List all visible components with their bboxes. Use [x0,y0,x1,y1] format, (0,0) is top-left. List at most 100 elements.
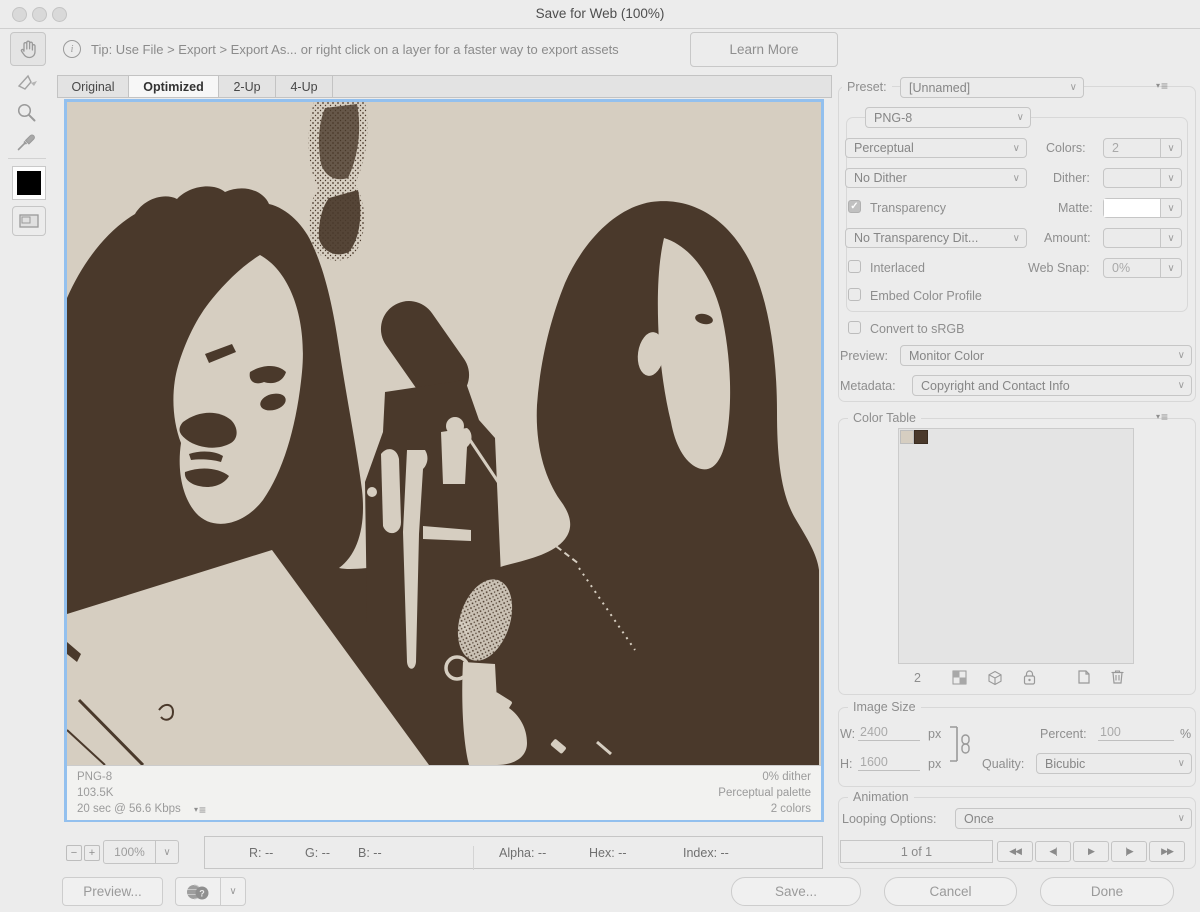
color-table-swatch-grid[interactable] [898,428,1134,664]
chevron-down-icon: ∨ [1064,82,1083,93]
colors-label: Colors: [1046,141,1086,155]
color-swatch-dark[interactable] [914,430,928,444]
chevron-down-icon: ∨ [1007,233,1026,244]
width-field[interactable]: 2400 [858,725,920,741]
chevron-down-icon: ∨ [1007,143,1026,154]
tip-bar: i Tip: Use File > Export > Export As... … [57,31,837,67]
embed-color-profile-label: Embed Color Profile [870,289,982,303]
lock-color-icon[interactable] [1022,669,1037,689]
embed-color-profile-checkbox[interactable] [848,288,861,301]
convert-srgb-checkbox[interactable] [848,321,861,334]
optimized-preview-pane[interactable]: PNG-8 103.5K 20 sec @ 56.6 Kbps ▾≡ 0% di… [64,99,824,822]
preview-tab-bar: Original Optimized 2-Up 4-Up [57,75,832,98]
eyedropper-icon [15,129,39,153]
dither-amount-select[interactable]: ∨ [1103,168,1182,188]
width-label: W: [840,727,855,741]
transparency-checkbox[interactable]: ✓ [848,200,861,213]
color-swatch-light[interactable] [900,430,914,444]
chevron-down-icon: ∨ [1172,813,1191,824]
constrain-proportions-icon[interactable] [948,723,974,768]
chevron-down-icon: ∨ [1160,259,1181,277]
preset-select[interactable]: [Unnamed] ∨ [900,77,1084,98]
delete-color-icon[interactable] [1110,668,1125,688]
readout-divider [473,846,474,870]
amount-label: Amount: [1044,231,1091,245]
quality-select[interactable]: Bicubic ∨ [1036,753,1192,774]
tab-4up[interactable]: 4-Up [276,76,333,97]
optimize-settings-panel: Preset: [Unnamed] ∨ ▾≡ PNG-8 ∨ Perceptua… [836,0,1200,912]
color-reduction-select[interactable]: Perceptual ∨ [845,138,1027,158]
web-snap-select[interactable]: 0% ∨ [1103,258,1182,278]
map-transparency-icon[interactable] [952,670,967,688]
quality-label: Quality: [982,757,1024,771]
height-field[interactable]: 1600 [858,755,920,771]
format-select[interactable]: PNG-8 ∨ [865,107,1031,128]
tab-2up[interactable]: 2-Up [219,76,276,97]
next-frame-button[interactable]: |▶ [1111,841,1147,862]
shift-web-palette-icon[interactable] [987,670,1003,689]
download-speed-menu-icon[interactable]: ▾≡ [194,805,206,815]
metadata-select[interactable]: Copyright and Contact Info ∨ [912,375,1192,396]
height-label: H: [840,757,853,771]
amount-select[interactable]: ∨ [1103,228,1182,248]
last-frame-button[interactable]: ▶▶ [1149,841,1185,862]
zoom-out-button[interactable]: − [66,845,82,861]
info-colors: 2 colors [718,801,811,817]
hand-icon [17,38,39,60]
svg-text:?: ? [199,888,205,898]
zoom-window-button[interactable] [52,7,67,22]
play-button[interactable]: ▶ [1073,841,1109,862]
zoom-level-select[interactable]: 100% ∨ [103,840,179,864]
previous-frame-button[interactable]: ◀| [1035,841,1071,862]
preview-mode-select[interactable]: Monitor Color ∨ [900,345,1192,366]
matte-select[interactable]: ∨ [1103,198,1182,218]
optimized-image-two-singers-with-microphone [67,102,821,765]
zoom-tool-button[interactable] [14,100,40,126]
chevron-down-icon: ∨ [1172,380,1191,391]
zoom-icon [15,101,39,125]
image-size-title: Image Size [848,700,921,714]
zoom-in-button[interactable]: + [84,845,100,861]
info-icon: i [63,40,81,58]
new-color-icon[interactable] [1076,669,1091,688]
percent-field[interactable]: 100 [1098,725,1174,741]
close-window-button[interactable] [12,7,27,22]
tab-original[interactable]: Original [58,76,129,97]
chevron-down-icon: ∨ [1160,169,1181,187]
tab-optimized[interactable]: Optimized [129,76,219,97]
toggle-slices-visibility-button[interactable] [12,206,46,236]
readout-hex: Hex: -- [589,846,627,860]
transparency-dither-select[interactable]: No Transparency Dit... ∨ [845,228,1027,248]
tip-text: Tip: Use File > Export > Export As... or… [91,42,619,57]
select-browser-button[interactable]: ? ∨ [175,877,246,906]
info-dither: 0% dither [718,769,811,785]
width-unit: px [928,727,941,741]
matte-label: Matte: [1058,201,1093,215]
first-frame-button[interactable]: ◀◀ [997,841,1033,862]
preview-mode-label: Preview: [840,349,888,363]
toolbar-divider [8,158,46,159]
dither-method-select[interactable]: No Dither ∨ [845,168,1027,188]
colors-select[interactable]: 2 ∨ [1103,138,1182,158]
color-readout-panel: R: -- G: -- B: -- Alpha: -- Hex: -- Inde… [204,836,823,869]
eyedropper-tool-button[interactable] [14,128,40,154]
color-table-title: Color Table [848,411,921,425]
chevron-down-icon: ∨ [1011,112,1030,123]
readout-alpha: Alpha: -- [499,846,546,860]
looping-options-select[interactable]: Once ∨ [955,808,1192,829]
minimize-window-button[interactable] [32,7,47,22]
hand-tool-button[interactable] [10,32,46,66]
preview-in-browser-button[interactable]: Preview... [62,877,163,906]
interlaced-checkbox[interactable] [848,260,861,273]
percent-unit: % [1180,727,1191,741]
readout-index: Index: -- [683,846,729,860]
eyedropper-color-swatch[interactable] [12,166,46,200]
chevron-down-icon: ∨ [1160,139,1181,157]
slice-select-tool-button[interactable] [14,72,40,96]
metadata-label: Metadata: [840,379,896,393]
animation-title: Animation [848,790,914,804]
color-table-menu-icon[interactable]: ▾≡ [1156,412,1168,422]
preset-panel-menu-icon[interactable]: ▾≡ [1156,81,1168,91]
learn-more-button[interactable]: Learn More [690,32,838,67]
chevron-down-icon: ∨ [1160,199,1181,217]
